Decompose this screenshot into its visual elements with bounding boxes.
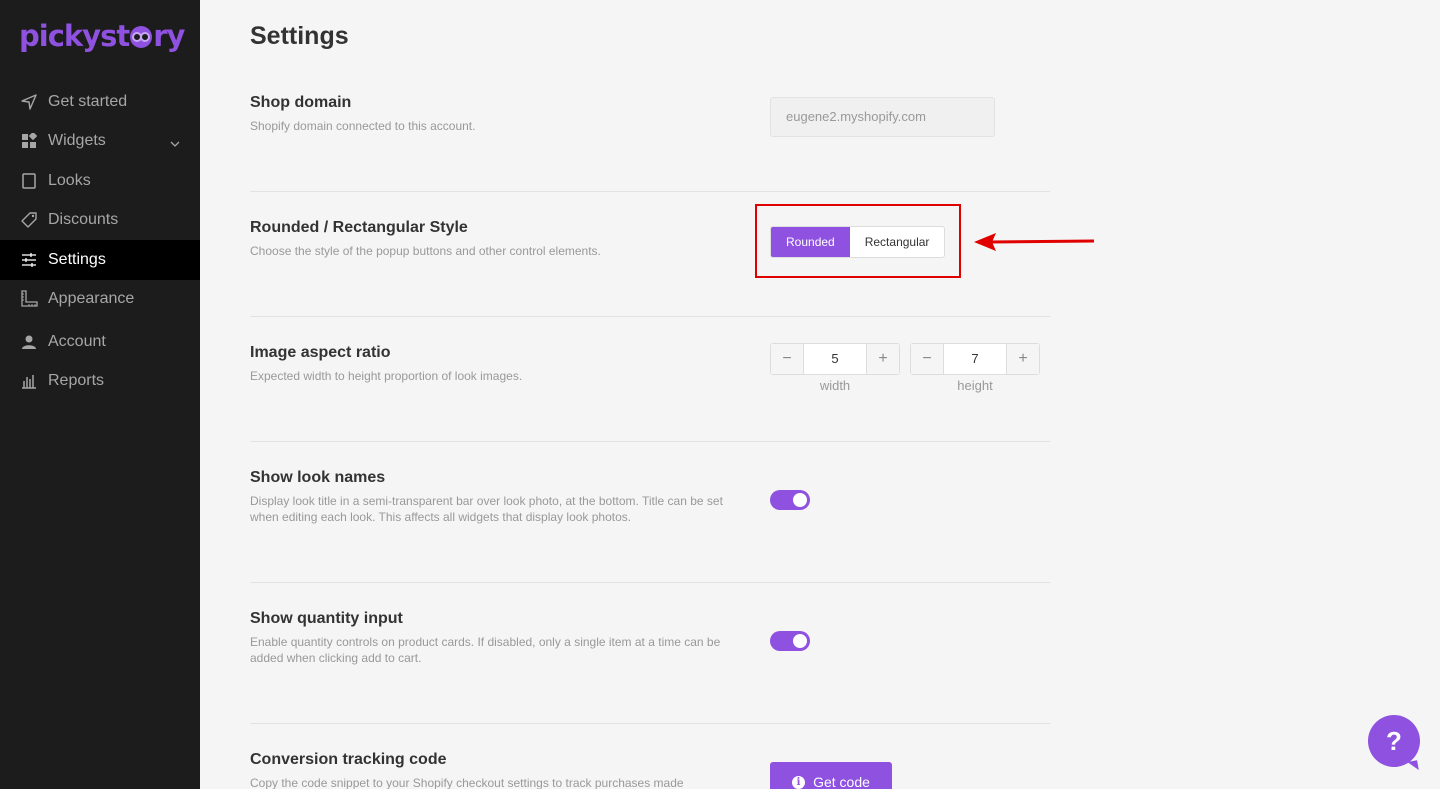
style-desc: Choose the style of the popup buttons an… [250,244,601,258]
quantity-title: Show quantity input [250,610,403,627]
sidebar-item-label: Appearance [48,290,135,308]
sidebar: pickyst ry Get started Widgets Looks Dis… [0,0,200,789]
logo-face-icon [130,26,153,48]
quantity-toggle[interactable] [770,631,810,651]
sidebar-item-label: Widgets [48,132,106,150]
send-icon [20,93,38,111]
sidebar-item-discounts[interactable]: Discounts [0,201,200,241]
height-increment-button[interactable]: + [1007,344,1039,374]
sidebar-item-looks[interactable]: Looks [0,161,200,201]
quantity-desc: Enable quantity controls on product card… [250,635,721,665]
tracking-desc: Copy the code snippet to your Shopify ch… [250,776,684,789]
annotation-arrow-icon [974,233,1095,251]
sidebar-item-appearance[interactable]: Appearance [0,280,200,320]
divider [250,316,1050,317]
height-stepper: − 7 + height [910,343,1040,393]
sidebar-item-widgets[interactable]: Widgets [0,122,200,162]
height-decrement-button[interactable]: − [911,344,943,374]
sidebar-item-account[interactable]: Account [0,322,200,362]
height-label: height [957,378,993,393]
sidebar-item-reports[interactable]: Reports [0,362,200,402]
help-chat-button[interactable]: ? [1368,715,1420,767]
get-code-label: Get code [813,774,870,789]
quantity-row: Show quantity input Enable quantity cont… [250,610,1050,666]
pickystory-logo[interactable]: pickyst ry [19,14,185,58]
sidebar-item-get-started[interactable]: Get started [0,82,200,122]
widgets-icon [20,132,38,150]
shop-domain-desc: Shopify domain connected to this account… [250,119,476,133]
sidebar-item-label: Settings [48,250,106,268]
look-names-row: Show look names Display look title in a … [250,469,1050,525]
get-code-button[interactable]: i Get code [770,762,892,789]
logo-text: pickyst ry [19,19,185,53]
divider [250,441,1050,442]
user-icon [20,333,38,351]
tracking-row: Conversion tracking code Copy the code s… [250,751,1050,789]
sidebar-item-label: Looks [48,171,91,189]
info-icon: i [792,775,806,789]
divider [250,582,1050,583]
style-segmented-control: Rounded Rectangular [770,226,946,258]
divider [250,723,1050,724]
sidebar-item-label: Account [48,332,106,350]
rectangular-option-button[interactable]: Rectangular [850,227,945,257]
divider [250,191,1050,192]
bar-chart-icon [20,372,38,390]
look-names-toggle[interactable] [770,490,810,510]
book-icon [20,172,38,190]
look-names-title: Show look names [250,469,386,486]
width-increment-button[interactable]: + [867,344,899,374]
sliders-icon [20,251,38,269]
sidebar-item-settings[interactable]: Settings [0,240,200,280]
settings-main: Settings Shop domain Shopify domain conn… [200,0,1440,789]
chevron-down-icon[interactable] [170,135,180,153]
width-stepper: − 5 + width [770,343,900,393]
tracking-title: Conversion tracking code [250,751,447,768]
shop-domain-field[interactable]: eugene2.myshopify.com [770,97,995,137]
aspect-ratio-desc: Expected width to height proportion of l… [250,369,523,383]
rounded-option-button[interactable]: Rounded [771,227,850,257]
ruler-icon [20,290,38,308]
page-title: Settings [250,22,349,50]
height-input[interactable]: 7 [943,344,1007,374]
width-input[interactable]: 5 [803,344,867,374]
width-label: width [819,378,851,393]
sidebar-item-label: Get started [48,92,128,110]
sidebar-item-label: Discounts [48,211,119,229]
width-decrement-button[interactable]: − [771,344,803,374]
tag-icon [20,211,38,229]
sidebar-item-label: Reports [48,372,105,390]
sidebar-nav: Get started Widgets Looks Discounts Sett… [0,82,200,401]
look-names-desc: Display look title in a semi-transparent… [250,494,723,524]
